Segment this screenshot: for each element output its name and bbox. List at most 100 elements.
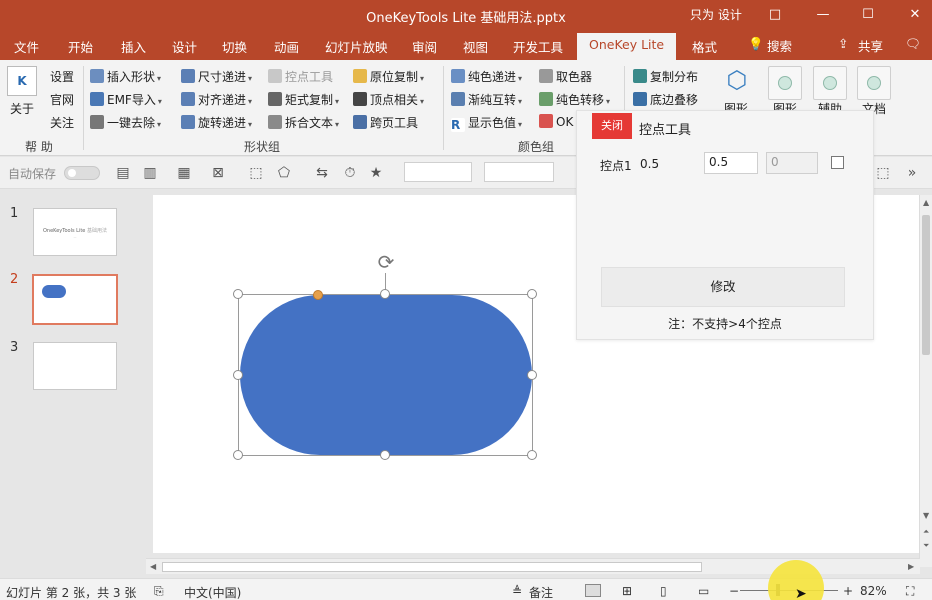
ok-button[interactable]: OK	[539, 114, 573, 129]
base-stack-button[interactable]: 底边叠移	[633, 91, 698, 108]
next-slide-icon[interactable]: ⏷	[923, 541, 929, 551]
scroll-left-icon[interactable]: ◀	[150, 562, 156, 571]
tab-slideshow[interactable]: 幻灯片放映	[325, 37, 388, 56]
about-button[interactable]: 关于	[10, 100, 34, 117]
solid-color-step-button[interactable]: 纯色递进 ▾	[451, 68, 522, 85]
tab-review[interactable]: 审阅	[412, 37, 437, 56]
onekey-logo-icon[interactable]: K	[7, 66, 37, 96]
resize-handle-bottom-left[interactable]	[233, 450, 243, 460]
copy-distribute-button[interactable]: 复制分布	[633, 68, 698, 85]
tab-home[interactable]: 开始	[68, 37, 93, 56]
rounded-rectangle-shape[interactable]	[240, 295, 532, 455]
resize-handle-bottom[interactable]	[380, 450, 390, 460]
arrange-icon[interactable]: ⇆	[314, 165, 330, 181]
ribbon-display-icon[interactable]: □	[762, 4, 788, 26]
user-label[interactable]: 只为 设计	[690, 6, 742, 23]
autosave-toggle[interactable]	[64, 166, 100, 180]
modify-button[interactable]: 修改	[601, 267, 845, 307]
tab-format[interactable]: 格式	[692, 37, 717, 56]
control-point-input[interactable]: 0.5	[704, 152, 758, 174]
vertical-scroll-thumb[interactable]	[922, 215, 930, 355]
show-color-value-button[interactable]: R 显示色值 ▾	[451, 114, 522, 132]
zoom-out-icon[interactable]: −	[729, 584, 739, 598]
tab-insert[interactable]: 插入	[121, 37, 146, 56]
notes-icon[interactable]: ≜	[512, 584, 522, 598]
close-window-button[interactable]: ✕	[902, 4, 928, 26]
slide-thumbnail-1[interactable]: OneKeyTools Lite 基础用法 —	[33, 208, 117, 256]
resize-handle-top-right[interactable]	[527, 289, 537, 299]
control-point-tool-button[interactable]: 控点工具	[268, 68, 333, 85]
search-label[interactable]: 搜索	[767, 36, 792, 55]
tab-view[interactable]: 视图	[463, 37, 488, 56]
minimize-button[interactable]: —	[810, 4, 836, 26]
share-icon[interactable]: ⇪	[838, 36, 848, 51]
emf-import-button[interactable]: EMF导入 ▾	[90, 91, 162, 108]
timer-icon[interactable]: ⏱	[342, 165, 358, 181]
grid-icon[interactable]: ▤	[115, 165, 131, 181]
more-icon[interactable]: »	[904, 165, 920, 181]
notes-button[interactable]: 备注	[529, 584, 553, 600]
resize-handle-bottom-right[interactable]	[527, 450, 537, 460]
comment-icon[interactable]: 🗨	[905, 36, 921, 52]
lightbulb-icon[interactable]: 💡	[748, 36, 764, 52]
gradient-solid-swap-button[interactable]: 渐纯互转 ▾	[451, 91, 522, 108]
height-spinner[interactable]	[404, 162, 472, 182]
tab-design[interactable]: 设计	[172, 37, 197, 56]
align-icon[interactable]: ⬚	[875, 165, 891, 181]
scroll-up-icon[interactable]: ▲	[923, 198, 929, 207]
zoom-level[interactable]: 82%	[860, 584, 887, 598]
proofing-icon[interactable]: ⎘	[154, 584, 164, 599]
slide-thumbnail-3[interactable]	[33, 342, 117, 390]
maximize-button[interactable]: ☐	[855, 4, 881, 26]
tab-onekey-lite[interactable]: OneKey Lite	[577, 33, 677, 60]
vertical-scrollbar[interactable]: ▲ ▼ ⏶ ⏷	[919, 195, 932, 567]
share-label[interactable]: 共享	[858, 36, 883, 55]
color-picker-button[interactable]: 取色器	[539, 68, 592, 85]
star-icon[interactable]: ★	[368, 165, 384, 181]
align-step-button[interactable]: 对齐递进 ▾	[181, 91, 252, 108]
slide-thumbnail-2[interactable]	[32, 274, 118, 325]
control-point-input-2[interactable]: 0	[766, 152, 818, 174]
prev-slide-icon[interactable]: ⏶	[923, 527, 929, 537]
settings-button[interactable]: 设置	[50, 68, 74, 85]
select-icon[interactable]: ⬚	[248, 165, 264, 181]
color-fill-icon[interactable]: ▦	[176, 165, 192, 181]
rotate-step-button[interactable]: 旋转递进 ▾	[181, 114, 252, 131]
tab-animations[interactable]: 动画	[274, 37, 299, 56]
tab-developer[interactable]: 开发工具	[513, 37, 563, 56]
follow-button[interactable]: 关注	[50, 114, 74, 131]
resize-handle-right[interactable]	[527, 370, 537, 380]
official-site-button[interactable]: 官网	[50, 91, 74, 108]
matrix-copy-button[interactable]: 矩式复制 ▾	[268, 91, 339, 108]
normal-view-icon[interactable]	[585, 584, 601, 597]
split-merge-text-button[interactable]: 拆合文本 ▾	[268, 114, 339, 131]
assist-button[interactable]	[813, 66, 847, 100]
scroll-right-icon[interactable]: ▶	[908, 562, 914, 571]
in-place-copy-button[interactable]: 原位复制 ▾	[353, 68, 424, 85]
zoom-in-icon[interactable]: +	[843, 584, 853, 598]
tab-transitions[interactable]: 切换	[222, 37, 247, 56]
cross-page-tool-button[interactable]: 跨页工具	[353, 114, 418, 131]
slideshow-icon[interactable]: ▭	[698, 584, 709, 598]
rotate-handle-icon[interactable]: ⟳	[374, 250, 398, 274]
adjustment-handle[interactable]	[313, 290, 323, 300]
slide-sorter-icon[interactable]: ⊞	[622, 584, 632, 598]
shape-button[interactable]	[768, 66, 802, 100]
insert-shape-button[interactable]: 插入形状 ▾	[90, 68, 161, 85]
horizontal-scroll-thumb[interactable]	[162, 562, 702, 572]
tab-file[interactable]: 文件	[14, 37, 39, 56]
layout-icon[interactable]: ▥	[142, 165, 158, 181]
document-button[interactable]	[857, 66, 891, 100]
width-spinner[interactable]	[484, 162, 554, 182]
size-step-button[interactable]: 尺寸递进 ▾	[181, 68, 252, 85]
scroll-down-icon[interactable]: ▼	[923, 511, 929, 520]
language-label[interactable]: 中文(中国)	[184, 584, 241, 600]
color-transfer-button[interactable]: 纯色转移 ▾	[539, 91, 610, 108]
resize-handle-left[interactable]	[233, 370, 243, 380]
crop-icon[interactable]: ⊠	[210, 165, 226, 181]
fit-slide-icon[interactable]: ⛶	[906, 584, 914, 599]
panel-close-button[interactable]: 关闭	[592, 113, 632, 139]
shape-edit-icon[interactable]: ⬠	[276, 165, 292, 181]
control-point-checkbox[interactable]	[831, 156, 844, 169]
one-key-remove-button[interactable]: 一键去除 ▾	[90, 114, 161, 131]
